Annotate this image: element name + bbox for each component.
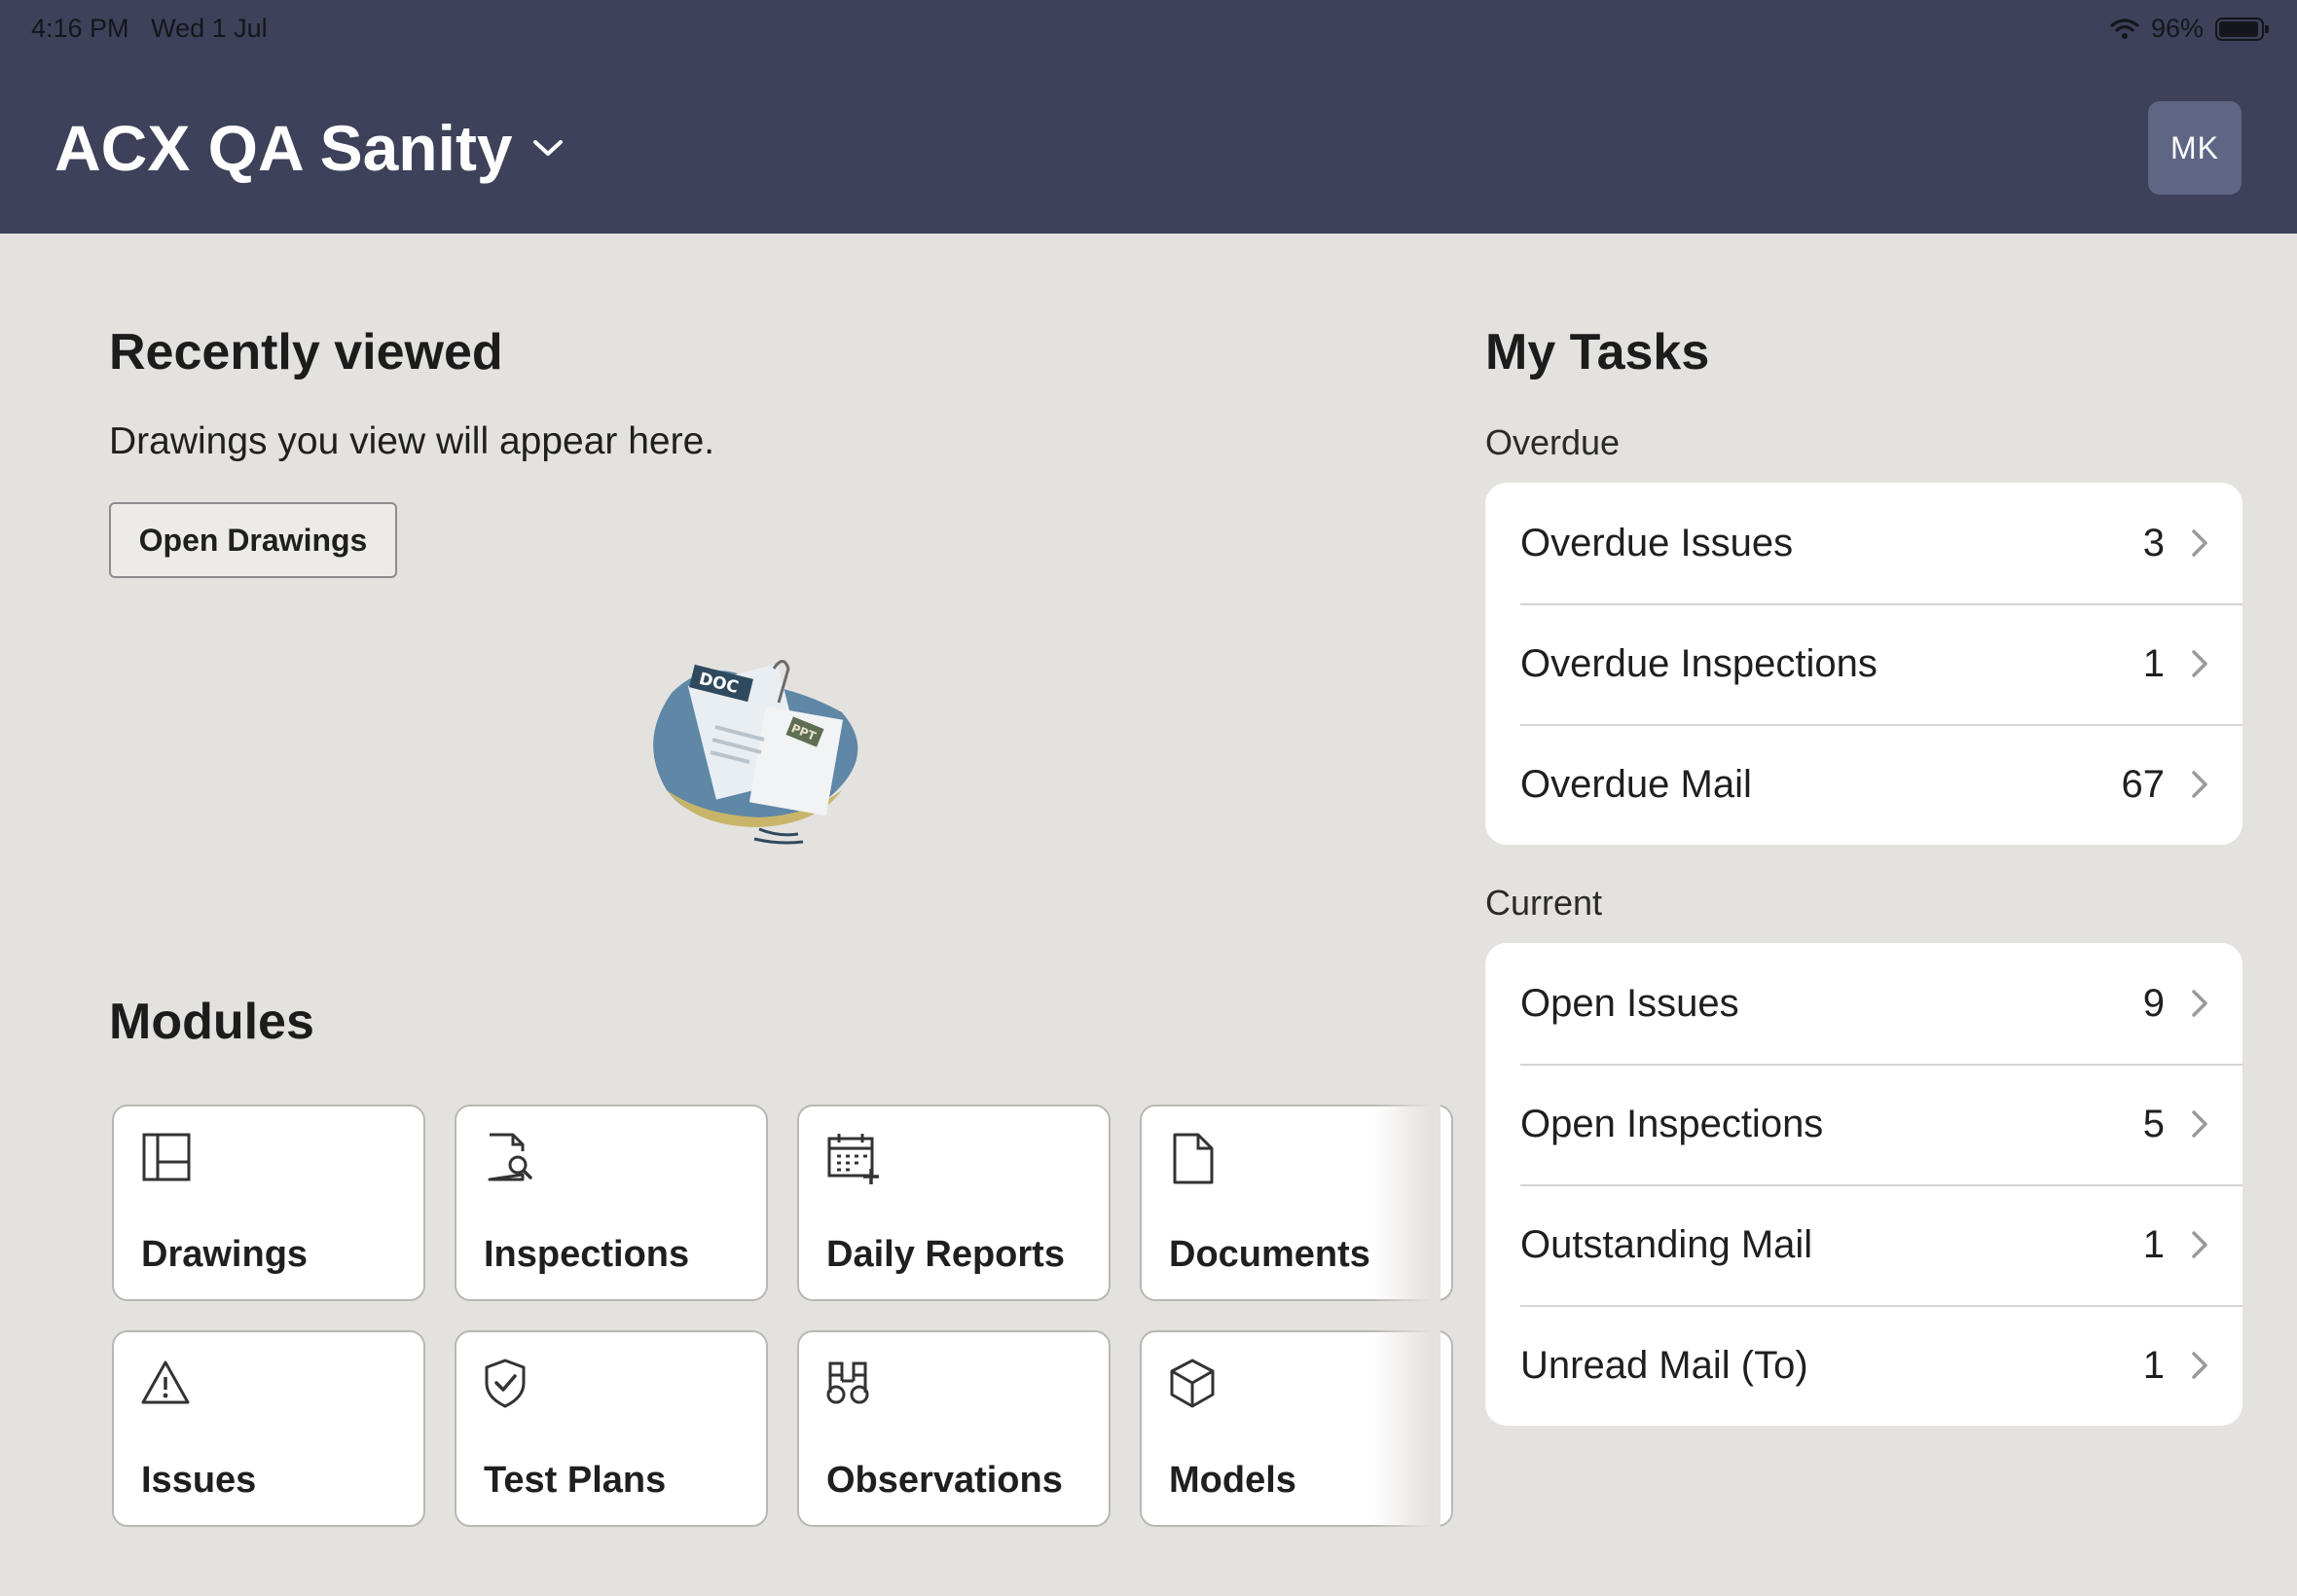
modules-scroll-fade [1372, 1090, 1440, 1538]
module-label: Inspections [484, 1234, 690, 1275]
task-count: 67 [2121, 762, 2166, 806]
battery-percent: 96% [2150, 14, 2204, 43]
cube-icon [1170, 1359, 1215, 1408]
module-issues[interactable]: Issues [112, 1330, 425, 1527]
task-label: Overdue Mail [1520, 762, 1752, 806]
task-count: 9 [2142, 981, 2165, 1025]
drawings-icon [142, 1133, 191, 1181]
task-label: Unread Mail (To) [1520, 1343, 1808, 1387]
module-label: Issues [141, 1460, 257, 1501]
task-label: Overdue Inspections [1520, 641, 1878, 685]
task-row-outstanding-mail[interactable]: Outstanding Mail 1 [1485, 1184, 2242, 1305]
module-daily-reports[interactable]: Daily Reports [797, 1105, 1111, 1301]
avatar-initials: MK [2170, 129, 2219, 165]
recently-viewed-empty-message: Drawings you view will appear here. [109, 420, 715, 462]
module-label: Drawings [141, 1234, 309, 1275]
status-time: 4:16 PM [31, 14, 129, 43]
task-label: Outstanding Mail [1520, 1222, 1813, 1266]
task-row-overdue-issues[interactable]: Overdue Issues 3 [1485, 483, 2242, 603]
module-inspections[interactable]: Inspections [455, 1105, 768, 1301]
task-count: 1 [2142, 1343, 2165, 1387]
task-label: Open Issues [1520, 981, 1739, 1025]
top-app-bar: 4:16 PM Wed 1 Jul 96% ACX QA Sanity MK [0, 0, 2297, 234]
chevron-right-icon [2192, 650, 2207, 677]
battery-level [2219, 20, 2259, 37]
task-label: Open Inspections [1520, 1102, 1824, 1145]
chevron-right-icon [2192, 1231, 2207, 1258]
module-label: Models [1169, 1460, 1296, 1501]
binoculars-icon [826, 1361, 869, 1404]
chevron-right-icon [2192, 990, 2207, 1017]
battery-icon [2215, 17, 2269, 41]
overdue-tasks-card: Overdue Issues 3 Overdue Inspections 1 O… [1485, 483, 2242, 845]
open-drawings-button[interactable]: Open Drawings [109, 502, 397, 578]
chevron-right-icon [2192, 1352, 2207, 1379]
task-row-overdue-inspections[interactable]: Overdue Inspections 1 [1485, 603, 2242, 724]
module-label: Test Plans [484, 1460, 667, 1501]
module-label: Documents [1169, 1234, 1370, 1275]
shield-check-icon [485, 1359, 526, 1408]
module-label: Observations [826, 1460, 1063, 1501]
my-tasks-title: My Tasks [1485, 324, 1710, 381]
modules-title: Modules [109, 994, 314, 1050]
task-label: Overdue Issues [1520, 521, 1794, 564]
module-test-plans[interactable]: Test Plans [455, 1330, 768, 1527]
chevron-down-icon [532, 140, 563, 156]
inspections-icon [488, 1133, 532, 1181]
task-count: 1 [2142, 1222, 2165, 1266]
module-observations[interactable]: Observations [797, 1330, 1111, 1527]
document-icon [1173, 1133, 1214, 1184]
project-switcher[interactable]: ACX QA Sanity [55, 109, 565, 187]
current-heading: Current [1485, 883, 1603, 923]
task-count: 3 [2142, 521, 2165, 564]
task-row-overdue-mail[interactable]: Overdue Mail 67 [1485, 724, 2242, 845]
current-tasks-card: Open Issues 9 Open Inspections 5 Outstan… [1485, 943, 2242, 1426]
wifi-icon [2110, 18, 2139, 39]
project-name: ACX QA Sanity [55, 112, 513, 184]
warning-icon [141, 1360, 190, 1404]
status-bar-time: 4:16 PM Wed 1 Jul [31, 14, 268, 44]
user-avatar-button[interactable]: MK [2148, 101, 2242, 195]
module-drawings[interactable]: Drawings [112, 1105, 425, 1301]
task-count: 1 [2142, 641, 2165, 685]
chevron-right-icon [2192, 1110, 2207, 1138]
task-count: 5 [2142, 1102, 2165, 1145]
empty-documents-illustration: DOC PPT [653, 660, 858, 845]
chevron-right-icon [2192, 771, 2207, 798]
overdue-heading: Overdue [1485, 422, 1621, 462]
task-row-unread-mail[interactable]: Unread Mail (To) 1 [1485, 1305, 2242, 1426]
module-label: Daily Reports [826, 1234, 1065, 1275]
status-date: Wed 1 Jul [151, 14, 268, 43]
task-row-open-issues[interactable]: Open Issues 9 [1485, 943, 2242, 1064]
task-row-open-inspections[interactable]: Open Inspections 5 [1485, 1064, 2242, 1184]
daily-reports-icon [827, 1134, 879, 1184]
status-bar-indicators: 96% [2110, 14, 2269, 44]
chevron-right-icon [2192, 529, 2207, 557]
recently-viewed-title: Recently viewed [109, 324, 503, 381]
